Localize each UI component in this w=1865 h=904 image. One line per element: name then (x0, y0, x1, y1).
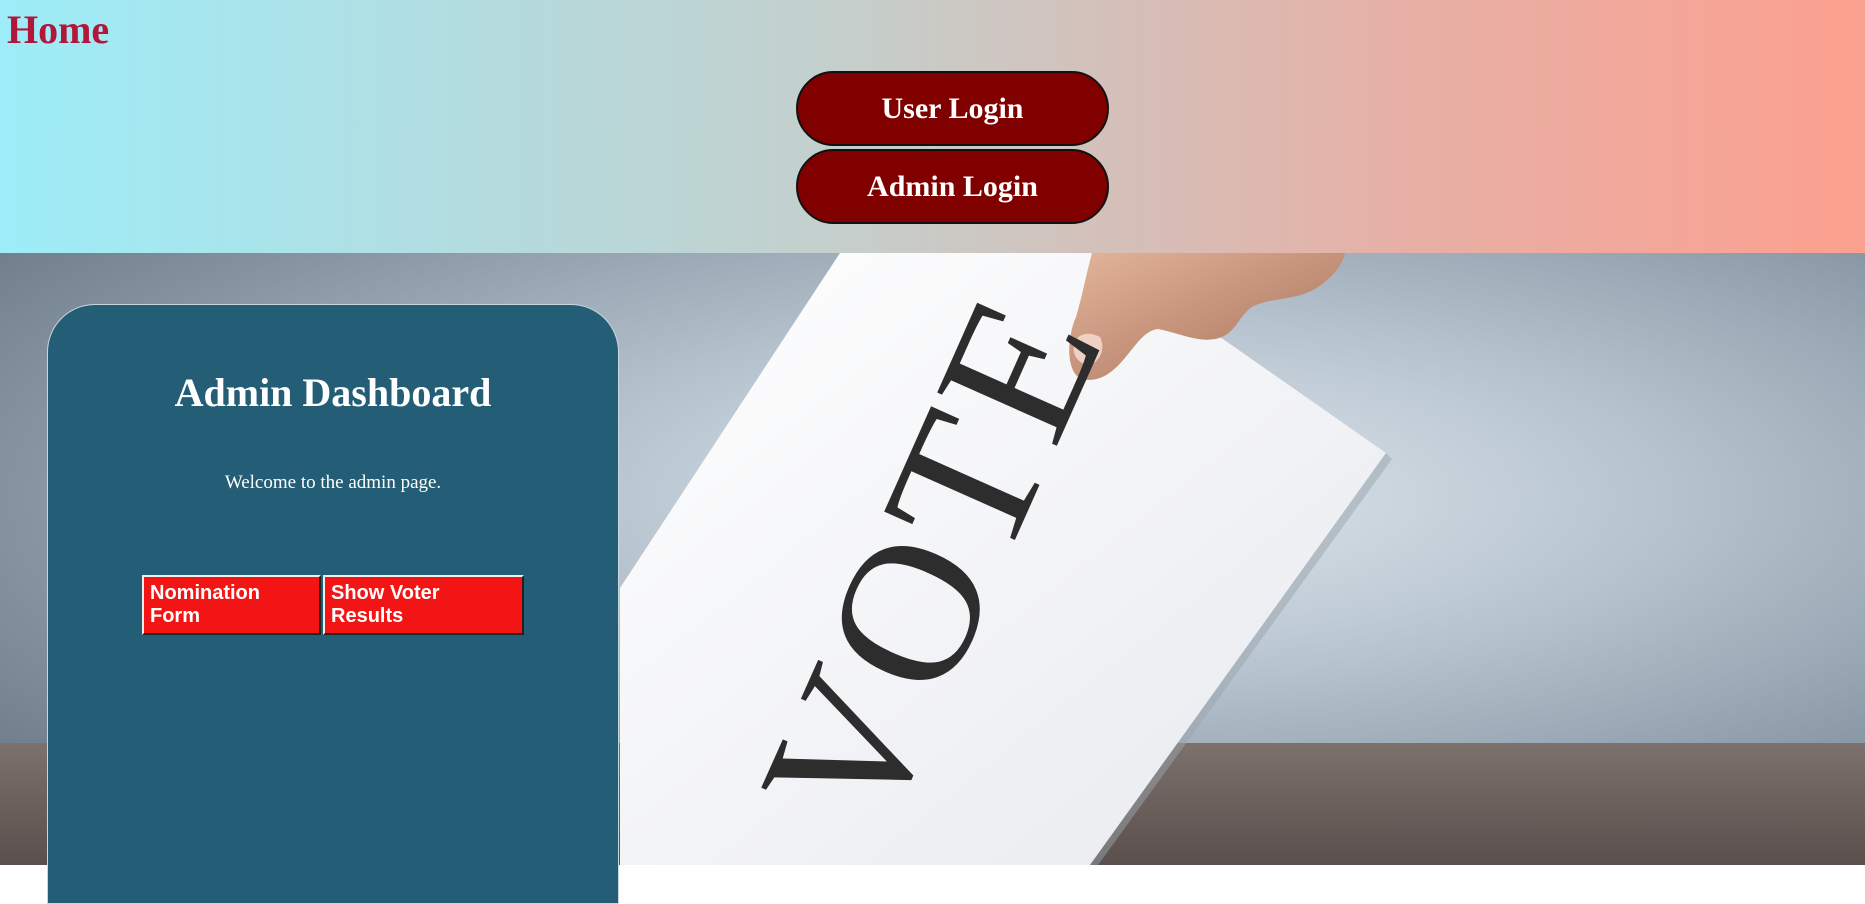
nomination-form-button[interactable]: Nomination Form (142, 575, 321, 635)
top-header: Home User Login Admin Login (0, 0, 1865, 253)
welcome-text: Welcome to the admin page. (224, 472, 442, 493)
admin-dashboard-panel: Admin Dashboard Welcome to the admin pag… (47, 304, 619, 904)
show-voter-results-button[interactable]: Show Voter Results (323, 575, 524, 635)
user-login-button[interactable]: User Login (796, 71, 1109, 146)
home-link[interactable]: Home (7, 8, 109, 52)
action-buttons: Nomination Form Show Voter Results (142, 575, 524, 635)
admin-login-button[interactable]: Admin Login (796, 149, 1109, 224)
page-title: Admin Dashboard (174, 370, 492, 415)
